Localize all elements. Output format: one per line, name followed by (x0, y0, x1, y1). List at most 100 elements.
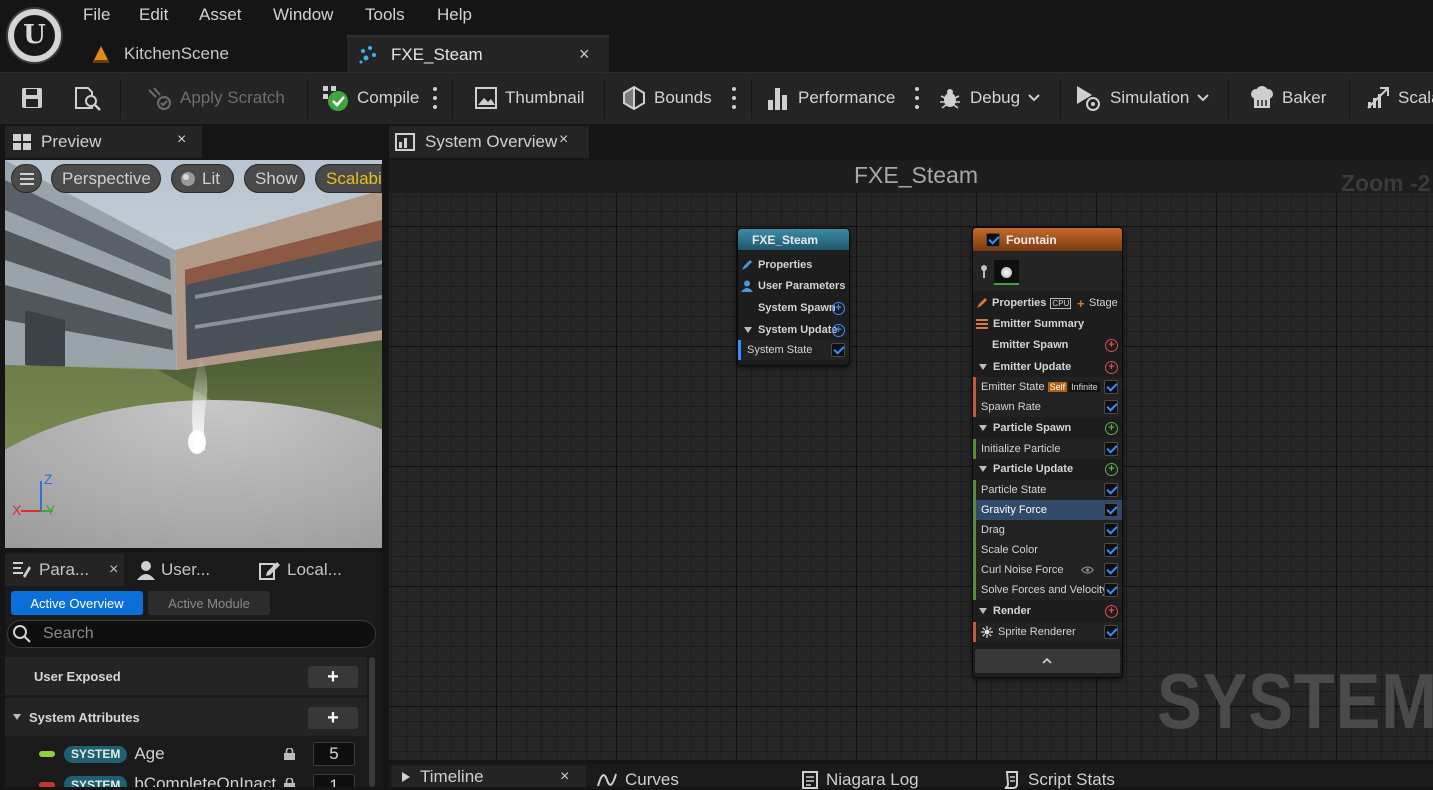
enabled-checkbox[interactable] (1104, 380, 1118, 394)
add-module-icon[interactable]: + (1105, 421, 1118, 435)
overview-close-icon[interactable]: × (559, 131, 568, 149)
scalability-viewport-button[interactable]: Scalabi (315, 164, 382, 193)
emitter-enabled-checkbox[interactable] (986, 232, 1000, 247)
attribute-row-age[interactable]: SYSTEM Age 5 (5, 738, 367, 770)
collapse-arrow-icon[interactable] (979, 608, 987, 614)
initialize-particle-module[interactable]: Initialize Particle (973, 439, 1122, 459)
collapse-node-button[interactable] (975, 649, 1120, 673)
timeline-close-icon[interactable]: × (560, 768, 569, 786)
performance-button[interactable]: Performance (766, 73, 895, 123)
parameters-close-icon[interactable]: × (109, 561, 118, 579)
attribute-value[interactable]: 1 (313, 774, 355, 787)
simulation-button[interactable]: Simulation (1074, 73, 1210, 123)
system-overview-graph[interactable]: FXE_Steam Zoom -2 SYSTEM FXE_Steam Prope… (389, 160, 1433, 760)
preview-viewport[interactable]: Z X Y (5, 160, 382, 548)
attribute-row-bcompleteoninact[interactable]: SYSTEM bCompleteOnInact 1 (5, 770, 367, 787)
debug-button[interactable]: Debug (938, 73, 1040, 123)
emitter-update-row[interactable]: Emitter Update + (973, 357, 1122, 377)
add-module-icon[interactable]: + (832, 323, 845, 337)
collapse-arrow-icon[interactable] (979, 425, 987, 431)
user-exposed-section[interactable]: User Exposed + (5, 657, 367, 695)
system-state-module[interactable]: System State (738, 340, 849, 360)
lit-button[interactable]: Lit (171, 164, 234, 193)
system-node-title[interactable]: FXE_Steam (738, 229, 849, 250)
add-module-icon[interactable]: + (1105, 462, 1118, 476)
sprite-renderer-module[interactable]: Sprite Renderer (973, 622, 1122, 642)
search-input[interactable]: Search (7, 620, 376, 648)
collapse-arrow-icon[interactable] (13, 714, 21, 720)
eye-icon[interactable] (1081, 566, 1094, 574)
enabled-checkbox[interactable] (1104, 483, 1118, 497)
isolate-pin-icon[interactable] (979, 264, 989, 278)
collapse-arrow-icon[interactable] (979, 364, 987, 370)
add-module-icon[interactable]: + (1105, 360, 1118, 374)
menu-window[interactable]: Window (273, 5, 333, 25)
render-row[interactable]: Render + (973, 601, 1122, 621)
scalability-button[interactable]: Scala (1366, 73, 1433, 123)
tab-script-stats[interactable]: Script Stats (1004, 770, 1115, 790)
stage-label[interactable]: Stage (1089, 297, 1118, 309)
add-renderer-icon[interactable]: + (1105, 604, 1118, 618)
particle-update-row[interactable]: Particle Update + (973, 459, 1122, 479)
tab-kitchen-scene[interactable]: KitchenScene (80, 35, 342, 72)
collapse-arrow-icon[interactable] (744, 327, 752, 333)
unreal-logo-icon[interactable]: U (6, 7, 63, 64)
spawn-rate-module[interactable]: Spawn Rate (973, 397, 1122, 417)
curl-noise-force-module[interactable]: Curl Noise Force (973, 560, 1122, 580)
enabled-checkbox[interactable] (1104, 543, 1118, 557)
tab-preview[interactable]: Preview × (5, 126, 202, 158)
emitter-state-module[interactable]: Emitter State Self Infinite (973, 377, 1122, 397)
menu-help[interactable]: Help (437, 5, 472, 25)
compile-options-icon[interactable] (432, 87, 438, 109)
enabled-checkbox[interactable] (831, 343, 845, 357)
enabled-checkbox[interactable] (1104, 625, 1118, 639)
thumbnail-button[interactable]: Thumbnail (475, 73, 584, 123)
system-spawn-row[interactable]: System Spawn + (738, 298, 849, 318)
particle-state-module[interactable]: Particle State (973, 480, 1122, 500)
params-scrollbar[interactable] (367, 657, 377, 787)
active-module-button[interactable]: Active Module (148, 591, 270, 615)
menu-file[interactable]: File (83, 5, 110, 25)
tab-timeline[interactable]: Timeline × (392, 766, 586, 787)
perspective-button[interactable]: Perspective (51, 164, 161, 193)
tab-niagara-log[interactable]: Niagara Log (802, 770, 919, 790)
performance-options-icon[interactable] (914, 87, 920, 109)
tab-parameters[interactable]: Para... × (5, 554, 124, 586)
enabled-checkbox[interactable] (1104, 503, 1118, 517)
add-stage-icon[interactable]: + (1077, 296, 1085, 311)
emitter-node-fountain[interactable]: Fountain Properties CPU + Stage Emitter … (972, 227, 1123, 678)
add-module-icon[interactable]: + (832, 301, 845, 315)
enabled-checkbox[interactable] (1104, 523, 1118, 537)
show-button[interactable]: Show (244, 164, 305, 193)
tab-local-parameters[interactable]: Local... (259, 554, 342, 586)
collapse-arrow-icon[interactable] (979, 466, 987, 472)
enabled-checkbox[interactable] (1104, 400, 1118, 414)
solve-forces-module[interactable]: Solve Forces and Velocity (973, 580, 1122, 600)
apply-scratch-button[interactable]: Apply Scratch (146, 73, 285, 123)
tab-curves[interactable]: Curves (597, 770, 679, 790)
bounds-button[interactable]: Bounds (622, 73, 712, 123)
enabled-checkbox[interactable] (1104, 442, 1118, 456)
menu-edit[interactable]: Edit (139, 5, 168, 25)
tab-system-overview[interactable]: System Overview × (389, 126, 589, 158)
emitter-thumbnail[interactable] (994, 260, 1019, 285)
particle-spawn-row[interactable]: Particle Spawn + (973, 418, 1122, 438)
emitter-summary-row[interactable]: Emitter Summary (973, 314, 1122, 334)
active-overview-button[interactable]: Active Overview (11, 591, 143, 615)
compile-button[interactable]: Compile (321, 73, 419, 123)
enabled-checkbox[interactable] (1104, 583, 1118, 597)
browse-asset-icon[interactable] (73, 84, 103, 112)
system-properties-row[interactable]: Properties (738, 255, 849, 275)
system-attributes-section[interactable]: System Attributes + (5, 698, 367, 736)
menu-asset[interactable]: Asset (199, 5, 242, 25)
emitter-properties-row[interactable]: Properties CPU + Stage (973, 293, 1122, 313)
menu-tools[interactable]: Tools (365, 5, 405, 25)
attribute-value[interactable]: 5 (313, 742, 355, 766)
tab-fxe-steam[interactable]: FXE_Steam × (347, 35, 609, 72)
add-user-parameter-button[interactable]: + (308, 666, 358, 688)
emitter-header[interactable]: Fountain (973, 228, 1122, 251)
viewport-menu-icon[interactable] (11, 164, 42, 193)
tab-user-parameters[interactable]: User... (137, 554, 210, 586)
add-module-icon[interactable]: + (1105, 338, 1118, 352)
scale-color-module[interactable]: Scale Color (973, 540, 1122, 560)
